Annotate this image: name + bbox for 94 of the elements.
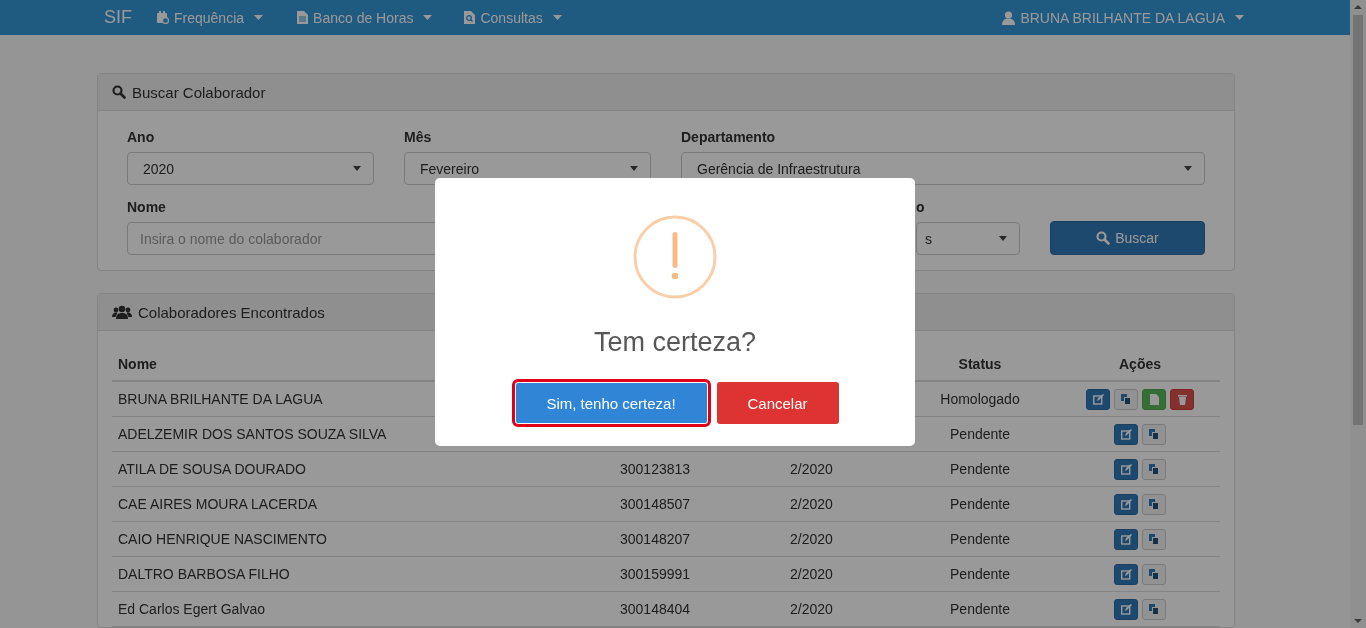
column-header: Nome: [117, 355, 158, 372]
nav-menu[interactable]: Consultas: [464, 9, 562, 26]
caret-icon: [999, 236, 1007, 241]
copy-icon: [1149, 533, 1159, 545]
select-field[interactable]: 2020: [127, 152, 374, 185]
brand-logo[interactable]: SIF: [104, 7, 132, 28]
table-cell: 300148207: [620, 531, 691, 547]
document-icon: [1149, 393, 1159, 405]
nav-menu[interactable]: Banco de Horas: [297, 9, 433, 26]
search-icon: [112, 85, 126, 99]
table-cell-text: Pendente: [949, 426, 1011, 442]
table-cell-text: CAE AIRES MOURA LACERDA: [117, 496, 318, 512]
copy-button[interactable]: [1142, 423, 1166, 445]
user-icon: [1002, 10, 1016, 25]
edit-icon: [1120, 533, 1132, 545]
table-cell: 2/2020: [790, 496, 833, 512]
table-cell: 300159991: [620, 566, 691, 582]
warning-icon: [633, 215, 717, 299]
table-cell: 300148507: [620, 496, 691, 512]
users-icon: [112, 305, 132, 319]
table-cell-text: BRUNA BRILHANTE DA LAGUA: [117, 391, 323, 407]
copy-button[interactable]: [1142, 528, 1166, 550]
copy-button[interactable]: [1142, 563, 1166, 585]
field-label: Ano: [127, 129, 156, 145]
copy-button[interactable]: [1114, 388, 1138, 410]
table-cell: 2/2020: [790, 531, 833, 547]
table-cell-text: Pendente: [949, 601, 1011, 617]
panel-title: Colaboradores Encontrados: [138, 303, 325, 321]
edit-icon: [1120, 428, 1132, 440]
copy-icon: [1149, 498, 1159, 510]
search-button[interactable]: Buscar: [1050, 221, 1205, 255]
edit-button[interactable]: [1114, 458, 1138, 480]
copy-icon: [1149, 568, 1159, 580]
table-cell: 2/2020: [790, 601, 833, 617]
table-cell-text: Pendente: [949, 461, 1011, 477]
caret-icon: [552, 15, 562, 20]
copy-button[interactable]: [1142, 493, 1166, 515]
pdf-button[interactable]: [1142, 388, 1166, 410]
copy-icon: [1149, 463, 1159, 475]
table-cell-text: Ed Carlos Egert Galvao: [117, 601, 266, 617]
field-label: Nome: [127, 199, 167, 215]
column-header: Ações: [1118, 355, 1162, 372]
field-label: Departamento: [681, 129, 777, 145]
panel-title: Buscar Colaborador: [132, 83, 266, 101]
table-cell-text: ATILA DE SOUSA DOURADO: [117, 461, 306, 477]
table-cell-text: Homologado: [939, 391, 1021, 407]
table-cell-text: ADELZEMIR DOS SANTOS SOUZA SILVA: [117, 426, 387, 442]
table-cell: 2/2020: [790, 461, 833, 477]
edit-icon: [1120, 603, 1132, 615]
dialog-title: Tem certeza?: [593, 327, 757, 358]
copy-icon: [1149, 428, 1159, 440]
copy-icon: [1149, 603, 1159, 615]
calendar-icon: [156, 11, 169, 24]
delete-button[interactable]: [1170, 388, 1194, 410]
edit-button[interactable]: [1114, 493, 1138, 515]
search-document-icon: [464, 11, 476, 24]
table-cell-text: Pendente: [949, 531, 1011, 547]
caret-icon: [353, 166, 361, 171]
edit-icon: [1120, 463, 1132, 475]
edit-icon: [1120, 498, 1132, 510]
edit-button[interactable]: [1114, 423, 1138, 445]
column-header: Status: [957, 355, 1003, 372]
edit-button[interactable]: [1114, 598, 1138, 620]
caret-icon: [1184, 166, 1192, 171]
caret-icon: [254, 15, 264, 20]
field-label: Mês: [404, 129, 433, 145]
edit-icon: [1092, 393, 1104, 405]
edit-icon: [1120, 568, 1132, 580]
nav-menu[interactable]: Frequência: [156, 9, 264, 26]
scrollbar-thumb[interactable]: [1353, 15, 1363, 425]
search-icon: [1096, 231, 1111, 245]
caret-icon: [1235, 15, 1244, 20]
copy-button[interactable]: [1142, 598, 1166, 620]
edit-button[interactable]: [1114, 528, 1138, 550]
copy-button[interactable]: [1142, 458, 1166, 480]
field-label: o: [916, 199, 926, 215]
table-cell: 300148404: [620, 601, 691, 617]
copy-icon: [1121, 393, 1131, 405]
table-cell-text: DALTRO BARBOSA FILHO: [117, 566, 290, 582]
document-icon: [297, 11, 309, 24]
user-menu[interactable]: BRUNA BRILHANTE DA LAGUA: [1002, 9, 1244, 26]
cancel-button[interactable]: Cancelar: [716, 382, 839, 424]
table-cell: 2/2020: [790, 566, 833, 582]
table-cell: 300123813: [620, 461, 691, 477]
edit-button[interactable]: [1086, 388, 1110, 410]
caret-icon: [630, 166, 638, 171]
trash-icon: [1177, 393, 1187, 405]
caret-icon: [423, 15, 433, 20]
table-cell-text: Pendente: [949, 496, 1011, 512]
confirm-button[interactable]: Sim, tenho certeza!: [514, 382, 708, 424]
table-cell-text: CAIO HENRIQUE NASCIMENTO: [117, 531, 327, 547]
edit-button[interactable]: [1114, 563, 1138, 585]
select-field[interactable]: s: [916, 222, 1020, 255]
table-cell-text: Pendente: [949, 566, 1011, 582]
